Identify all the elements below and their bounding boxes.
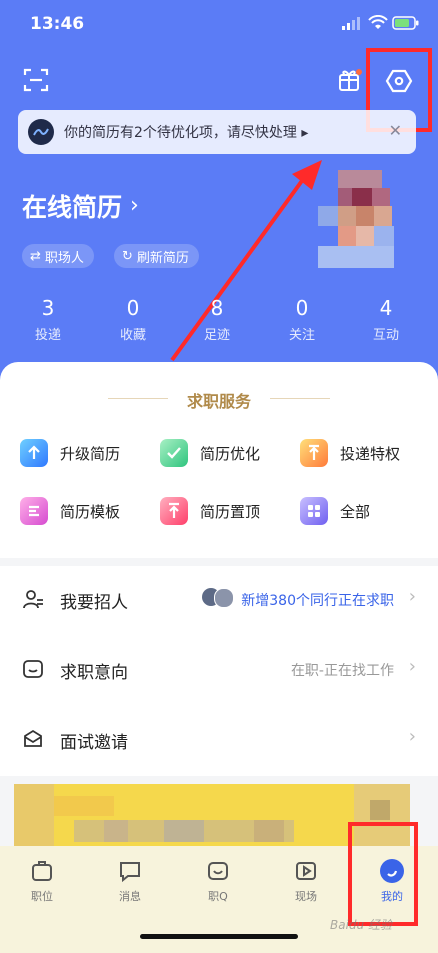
tab-live[interactable]: 现场 [276,858,336,904]
resume-top-icon [160,497,188,525]
service-resume-optimize[interactable]: 简历优化 [160,436,260,470]
service-label: 简历优化 [200,444,261,463]
stat-label: 收藏 [119,328,146,343]
delivery-privilege-icon [300,439,328,467]
intention-icon [23,660,43,678]
service-resume-top[interactable]: 简历置顶 [160,494,260,528]
stat-label: 投递 [34,328,61,343]
job-services-title: 求职服务 [186,392,251,411]
role-tag-label: 职场人 [44,250,84,266]
home-indicator[interactable] [140,934,298,939]
all-services-icon [300,497,328,525]
refresh-resume-button[interactable]: ↻ 刷新简历 [114,244,199,268]
online-resume-chevron-icon[interactable]: › [130,193,139,218]
menu-label: 求职意向 [60,663,128,683]
stat-favorites[interactable]: 0 收藏 [93,296,173,343]
service-label: 升级简历 [60,444,121,463]
swap-icon: ⇄ [30,248,41,264]
stat-interactions[interactable]: 4 互动 [346,296,426,343]
tab-label: 消息 [119,890,141,903]
stat-value: 0 [126,296,140,320]
service-label: 简历模板 [60,502,121,521]
interview-icon [24,729,42,747]
jobs-icon [32,861,52,881]
service-resume-template[interactable]: 简历模板 [20,494,120,528]
recruit-hint: 新增380个同行正在求职 [241,593,394,609]
service-all[interactable]: 全部 [300,494,370,528]
service-label: 投递特权 [340,444,401,463]
job-intention-value: 在职-正在找工作 [290,663,394,679]
service-label: 全部 [340,502,371,521]
tab-label: 现场 [295,890,317,903]
service-delivery-privilege[interactable]: 投递特权 [300,436,400,470]
menu-recruit[interactable]: 我要招人 新增380个同行正在求职 › [0,566,438,636]
menu-label: 我要招人 [60,593,128,613]
refresh-resume-label: 刷新简历 [136,250,189,266]
avatar[interactable] [318,170,410,270]
service-label: 简历置顶 [200,502,261,521]
job-q-icon [208,862,228,880]
resume-template-icon [20,497,48,525]
resume-optimize-icon [160,439,188,467]
menu-interview-invites[interactable]: 面试邀请 › [0,706,438,776]
stat-deliveries[interactable]: 3 投递 [8,296,88,343]
watermark: Baidu 经验 [330,918,392,932]
service-upgrade-resume[interactable]: 升级简历 [20,436,120,470]
online-resume-title[interactable]: 在线简历 [22,188,122,224]
stat-follows[interactable]: 0 关注 [262,296,342,343]
stat-label: 关注 [288,328,315,343]
chevron-right-icon: › [408,656,416,677]
tab-job-q[interactable]: 职Q [188,858,248,904]
tab-label: 职Q [208,890,228,903]
recruit-icon [23,590,43,609]
stat-value: 0 [295,296,309,320]
chevron-right-icon: › [408,586,416,607]
stats-row: 3 投递 0 收藏 8 足迹 0 关注 4 互动 [0,296,438,348]
menu-label: 面试邀请 [60,733,128,753]
stat-label: 足迹 [203,328,230,343]
messages-icon [120,862,140,883]
upgrade-resume-icon [20,439,48,467]
refresh-icon: ↻ [122,248,133,264]
peer-avatars [202,586,236,608]
profile-tab-highlight-box [348,822,418,926]
tab-label: 职位 [31,890,53,903]
stat-value: 3 [41,296,55,320]
tab-messages[interactable]: 消息 [100,858,160,904]
stat-value: 8 [210,296,224,320]
stat-value: 4 [379,296,393,320]
chevron-right-icon: › [408,726,416,747]
menu-job-intention[interactable]: 求职意向 在职-正在找工作 › [0,636,438,706]
live-icon [296,862,316,880]
stat-footprints[interactable]: 8 足迹 [177,296,257,343]
role-tag-button[interactable]: ⇄ 职场人 [22,244,94,268]
stat-label: 互动 [372,328,399,343]
tab-jobs[interactable]: 职位 [12,858,72,904]
